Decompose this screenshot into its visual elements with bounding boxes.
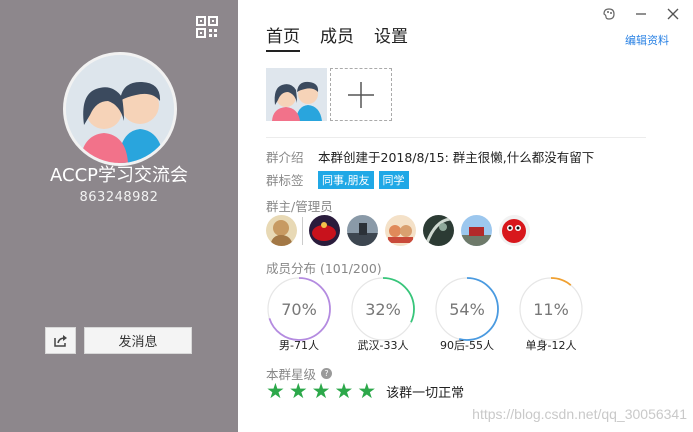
add-photo-button[interactable] [330, 68, 392, 121]
rating-text: 该群一切正常 [386, 386, 465, 401]
group-intro-row: 群介绍 本群创建于2018/8/15: 群主很懒,什么都没有留下 [266, 147, 594, 166]
share-icon [53, 334, 67, 347]
ring-label: 单身-12人 [525, 339, 577, 352]
star-icon: ★ [266, 379, 285, 403]
star-icon: ★ [357, 379, 377, 403]
admin-avatar-2[interactable] [347, 215, 378, 246]
ring-label: 男-71人 [279, 339, 319, 352]
help-icon[interactable]: ? [321, 368, 333, 379]
ring-percent: 70% [281, 299, 317, 319]
skin-icon[interactable] [601, 6, 617, 22]
group-main-panel: 首页 成员 设置 编辑资料 群介绍 本群创建于2018/8/15: 群主很懒,什… [238, 0, 693, 432]
ring-percent: 54% [449, 299, 485, 319]
watermark: https://blog.csdn.net/qq_30056341 [472, 406, 687, 422]
group-number: 863248982 [79, 190, 159, 205]
admins-title: 群主/管理员 [266, 199, 333, 214]
tag-badge[interactable]: 同事,朋友 [318, 170, 374, 189]
ring-label: 90后-55人 [440, 339, 494, 352]
star-icon: ★ [311, 379, 331, 403]
group-profile-window: ACCP学习交流会 863248982 发消息 首页 成员 设置 编辑资料 群介… [0, 0, 693, 432]
group-tags-row: 群标签 同事,朋友 同学 [266, 170, 414, 189]
admin-avatar-6[interactable] [499, 215, 530, 246]
star-icon: ★ [288, 379, 308, 403]
star-list: ★ ★ ★ ★ ★ [266, 381, 380, 402]
owner-avatar[interactable] [266, 215, 297, 246]
divider [302, 216, 303, 245]
tags-label: 群标签 [266, 173, 304, 188]
edit-profile-link[interactable]: 编辑资料 [625, 32, 669, 48]
intro-text: 本群创建于2018/8/15: 群主很懒,什么都没有留下 [318, 150, 595, 165]
plus-icon [348, 81, 374, 108]
group-sidebar: ACCP学习交流会 863248982 发消息 [0, 0, 238, 432]
tab-bar: 首页 成员 设置 [266, 22, 408, 52]
admin-list [266, 215, 537, 246]
group-name: ACCP学习交流会 [50, 165, 188, 186]
member-distribution: 70% 男-71人 32% 武汉-33人 54% 90后-55人 11% 单身-… [266, 276, 602, 352]
distribution-title: 成员分布 (101/200) [266, 261, 382, 276]
share-button[interactable] [45, 327, 76, 354]
admin-avatar-3[interactable] [385, 215, 416, 246]
admin-avatar-1[interactable] [309, 215, 340, 246]
tab-home[interactable]: 首页 [266, 22, 300, 52]
tab-members[interactable]: 成员 [320, 22, 354, 52]
distribution-age[interactable]: 54% 90后-55人 [434, 276, 518, 352]
group-album [266, 68, 392, 121]
intro-label: 群介绍 [266, 150, 304, 165]
admin-avatar-4[interactable] [423, 215, 454, 246]
qr-code-icon[interactable] [196, 16, 218, 38]
ring-percent: 11% [533, 299, 569, 319]
ring-label: 武汉-33人 [357, 339, 409, 352]
ring-percent: 32% [365, 299, 401, 319]
distribution-city[interactable]: 32% 武汉-33人 [350, 276, 434, 352]
window-controls [601, 6, 681, 22]
admin-avatar-5[interactable] [461, 215, 492, 246]
star-icon: ★ [334, 379, 354, 403]
group-rating: ★ ★ ★ ★ ★ 该群一切正常 [266, 381, 464, 402]
send-message-button[interactable]: 发消息 [84, 327, 192, 354]
tag-badge[interactable]: 同学 [378, 170, 409, 189]
tab-settings[interactable]: 设置 [374, 22, 408, 52]
distribution-single[interactable]: 11% 单身-12人 [518, 276, 602, 352]
close-icon[interactable] [665, 6, 681, 22]
group-avatar[interactable] [63, 52, 177, 166]
album-photo[interactable] [266, 68, 327, 121]
minimize-icon[interactable] [633, 6, 649, 22]
distribution-gender[interactable]: 70% 男-71人 [266, 276, 350, 352]
divider [266, 137, 646, 138]
